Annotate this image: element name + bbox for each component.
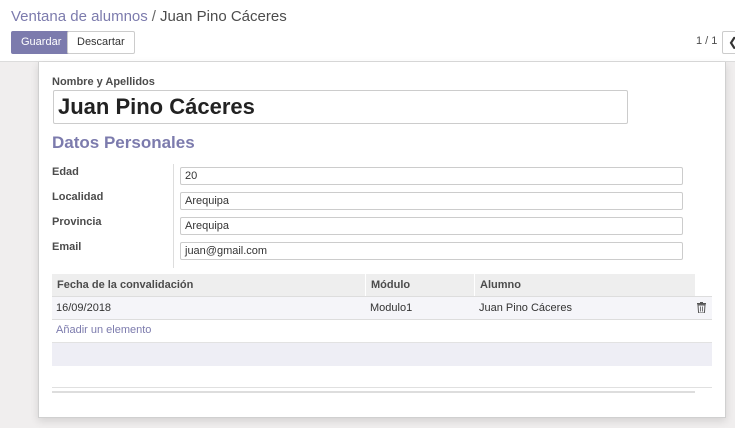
cell-fecha: 16/09/2018 (56, 302, 112, 314)
column-header-alumno[interactable]: Alumno (475, 274, 695, 296)
empty-row (52, 342, 712, 366)
edad-input[interactable]: 20 (180, 167, 683, 185)
breadcrumb-parent-link[interactable]: Ventana de alumnos (11, 8, 148, 25)
table-footer-bar (52, 391, 695, 393)
breadcrumb-current: Juan Pino Cáceres (159, 8, 287, 25)
localidad-input[interactable]: Arequipa (180, 192, 683, 210)
form-sheet: Nombre y Apellidos Juan Pino Cáceres Dat… (38, 62, 726, 418)
column-header-modulo[interactable]: Módulo (366, 274, 475, 296)
name-label: Nombre y Apellidos (52, 76, 155, 88)
breadcrumb: Ventana de alumnos / Juan Pino Cáceres (11, 8, 287, 25)
email-input[interactable]: juan@gmail.com (180, 242, 683, 260)
localidad-label: Localidad (52, 191, 104, 203)
group-title: Datos Personales (52, 133, 195, 152)
column-header-fecha[interactable]: Fecha de la convalidación (52, 274, 366, 296)
chevron-left-icon: ❮ (728, 35, 735, 49)
table-header: Fecha de la convalidación Módulo Alumno (52, 274, 695, 296)
pager-previous-button[interactable]: ❮ (722, 31, 735, 54)
trash-icon[interactable] (697, 302, 706, 313)
control-panel: Ventana de alumnos / Juan Pino Cáceres Gua… (0, 0, 735, 62)
edad-label: Edad (52, 166, 79, 178)
add-line-link[interactable]: Añadir un elemento (56, 324, 151, 336)
pager-value[interactable]: 1 / 1 (696, 35, 717, 47)
cell-modulo: Modulo1 (370, 302, 413, 314)
name-input[interactable]: Juan Pino Cáceres (53, 90, 628, 124)
discard-button[interactable]: Descartar (67, 31, 135, 54)
cell-alumno: Juan Pino Cáceres (479, 302, 572, 314)
breadcrumb-separator: / (151, 8, 156, 25)
provincia-input[interactable]: Arequipa (180, 217, 683, 235)
save-button[interactable]: Guardar (11, 31, 72, 54)
table-row[interactable]: 16/09/2018 Modulo1 Juan Pino Cáceres (52, 296, 712, 320)
table-footer-line (52, 387, 712, 388)
provincia-label: Provincia (52, 216, 102, 228)
field-divider (173, 164, 174, 268)
email-label: Email (52, 241, 82, 253)
